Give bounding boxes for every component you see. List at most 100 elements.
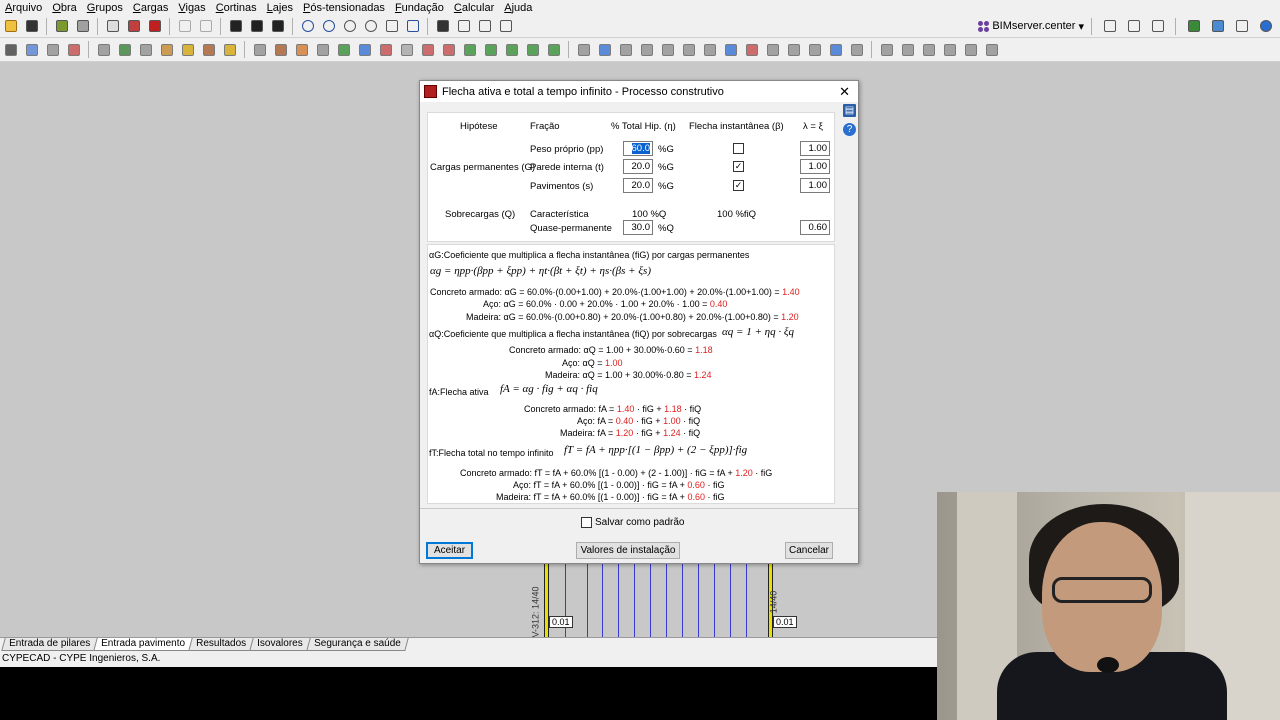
tool-33-icon[interactable] xyxy=(701,41,719,59)
menu-ajuda[interactable]: Ajuda xyxy=(499,2,537,14)
tool-27-icon[interactable] xyxy=(575,41,593,59)
save-icon[interactable] xyxy=(23,17,41,35)
group-tool-2-icon[interactable] xyxy=(74,17,92,35)
tool-23-icon[interactable] xyxy=(482,41,500,59)
tool-7-icon[interactable] xyxy=(137,41,155,59)
menu-cargas[interactable]: Cargas xyxy=(128,2,173,14)
cancel-button[interactable]: Cancelar xyxy=(785,542,833,559)
tool-29-icon[interactable] xyxy=(617,41,635,59)
measure-icon[interactable] xyxy=(476,17,494,35)
tab-entrada-pavimento[interactable]: Entrada pavimento xyxy=(93,638,193,651)
pct-pavimentos-input[interactable]: 20.0 xyxy=(623,178,653,193)
installation-values-button[interactable]: Valores de instalação xyxy=(576,542,680,559)
floor-up-icon[interactable] xyxy=(227,17,245,35)
checkbox-pavimentos[interactable]: ✓ xyxy=(733,180,744,191)
tool-1-icon[interactable] xyxy=(2,41,20,59)
report-icon[interactable] xyxy=(1233,17,1251,35)
tool-5-icon[interactable] xyxy=(95,41,113,59)
checkbox-parede-interna[interactable]: ✓ xyxy=(733,161,744,172)
print-icon[interactable] xyxy=(1101,17,1119,35)
tool-16-icon[interactable] xyxy=(335,41,353,59)
tool-26-icon[interactable] xyxy=(545,41,563,59)
tab-resultados[interactable]: Resultados xyxy=(188,638,254,651)
tool-10-icon[interactable] xyxy=(200,41,218,59)
floor-down-icon[interactable] xyxy=(269,17,287,35)
pct-peso-proprio-input[interactable]: 60.0 xyxy=(623,141,653,156)
tool-17-icon[interactable] xyxy=(356,41,374,59)
help-icon[interactable] xyxy=(1257,17,1275,35)
menu-pos-tensionadas[interactable]: Pós-tensionadas xyxy=(298,2,390,14)
tool-46-icon[interactable] xyxy=(983,41,1001,59)
menu-calcular[interactable]: Calcular xyxy=(449,2,499,14)
chart-icon[interactable] xyxy=(497,17,515,35)
tool-36-icon[interactable] xyxy=(764,41,782,59)
close-icon[interactable]: ✕ xyxy=(839,84,850,100)
tool-21-icon[interactable] xyxy=(440,41,458,59)
tool-11-icon[interactable] xyxy=(221,41,239,59)
cloud-icon[interactable] xyxy=(1125,17,1143,35)
tool-44-icon[interactable] xyxy=(941,41,959,59)
tool-22-icon[interactable] xyxy=(461,41,479,59)
tool-25-icon[interactable] xyxy=(524,41,542,59)
pct-quase-permanente-input[interactable]: 30.0 xyxy=(623,220,653,235)
tool-37-icon[interactable] xyxy=(785,41,803,59)
lambda-pavimentos-input[interactable]: 1.00 xyxy=(800,178,830,193)
redraw-icon[interactable] xyxy=(404,17,422,35)
tool-39-icon[interactable] xyxy=(827,41,845,59)
tool-24-icon[interactable] xyxy=(503,41,521,59)
open-folder-icon[interactable] xyxy=(2,17,20,35)
tab-entrada-pilares[interactable]: Entrada de pilares xyxy=(1,638,98,651)
tool-40-icon[interactable] xyxy=(848,41,866,59)
bimserver-menu[interactable]: BIMserver.center ▾ xyxy=(978,17,1276,35)
tool-35-icon[interactable] xyxy=(743,41,761,59)
tool-13-icon[interactable] xyxy=(272,41,290,59)
tool-42-icon[interactable] xyxy=(899,41,917,59)
zoom-all-icon[interactable] xyxy=(320,17,338,35)
undo-icon[interactable] xyxy=(176,17,194,35)
zoom-in-icon[interactable] xyxy=(341,17,359,35)
tool-2-icon[interactable] xyxy=(23,41,41,59)
menu-arquivo[interactable]: Arquivo xyxy=(0,2,47,14)
grid-icon[interactable] xyxy=(125,17,143,35)
magnet-icon[interactable] xyxy=(146,17,164,35)
zoom-window-icon[interactable] xyxy=(299,17,317,35)
tab-isovalores[interactable]: Isovalores xyxy=(249,638,311,651)
tab-seguranca-saude[interactable]: Segurança e saúde xyxy=(305,638,409,651)
tool-43-icon[interactable] xyxy=(920,41,938,59)
floor-select-icon[interactable] xyxy=(248,17,266,35)
lambda-quase-permanente-input[interactable]: 0.60 xyxy=(800,220,830,235)
tool-19-icon[interactable] xyxy=(398,41,416,59)
zoom-out-icon[interactable] xyxy=(362,17,380,35)
tool-9-icon[interactable] xyxy=(179,41,197,59)
tool-12-icon[interactable] xyxy=(251,41,269,59)
tool-34-icon[interactable] xyxy=(722,41,740,59)
redo-icon[interactable] xyxy=(197,17,215,35)
menu-obra[interactable]: Obra xyxy=(47,2,81,14)
tool-3-icon[interactable] xyxy=(44,41,62,59)
checkbox-peso-proprio[interactable] xyxy=(733,143,744,154)
menu-cortinas[interactable]: Cortinas xyxy=(211,2,262,14)
image-icon[interactable] xyxy=(1209,17,1227,35)
tool-28-icon[interactable] xyxy=(596,41,614,59)
menu-fundacao[interactable]: Fundação xyxy=(390,2,449,14)
accept-button[interactable]: Aceitar xyxy=(426,542,473,559)
calculator-icon[interactable] xyxy=(104,17,122,35)
settings-icon[interactable] xyxy=(1185,17,1203,35)
lambda-peso-proprio-input[interactable]: 1.00 xyxy=(800,141,830,156)
tool-14-icon[interactable] xyxy=(293,41,311,59)
tool-41-icon[interactable] xyxy=(878,41,896,59)
view-icon[interactable] xyxy=(434,17,452,35)
lambda-parede-interna-input[interactable]: 1.00 xyxy=(800,159,830,174)
tool-6-icon[interactable] xyxy=(116,41,134,59)
tool-45-icon[interactable] xyxy=(962,41,980,59)
tool-18-icon[interactable] xyxy=(377,41,395,59)
tool-38-icon[interactable] xyxy=(806,41,824,59)
menu-vigas[interactable]: Vigas xyxy=(173,2,210,14)
tool-4-icon[interactable] xyxy=(65,41,83,59)
export-icon[interactable] xyxy=(1149,17,1167,35)
help-icon[interactable]: ? xyxy=(843,123,856,136)
tool-15-icon[interactable] xyxy=(314,41,332,59)
tool-8-icon[interactable] xyxy=(158,41,176,59)
menu-lajes[interactable]: Lajes xyxy=(262,2,298,14)
axes-icon[interactable] xyxy=(455,17,473,35)
